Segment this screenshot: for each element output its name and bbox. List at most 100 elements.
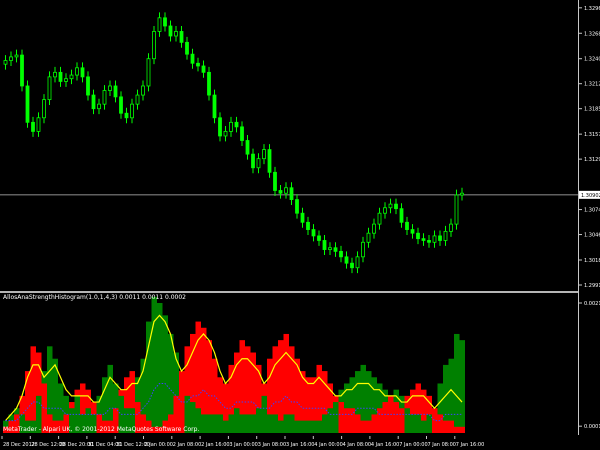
candle-body — [212, 94, 217, 119]
candle-body — [108, 85, 112, 91]
bull-bar — [294, 420, 300, 433]
bull-bar — [333, 402, 339, 433]
candle-body — [3, 60, 8, 65]
bull-bar — [305, 420, 311, 433]
candle-body — [64, 78, 68, 82]
time-tick-label: 3 Jan 00:00 — [229, 442, 257, 448]
bull-bar — [289, 414, 295, 433]
bull-bar — [272, 414, 278, 433]
price-chart[interactable]: 1.32960 1.32680 1.32400 1.32125 1.31850 1.315… — [0, 0, 600, 291]
candle-body — [267, 149, 272, 173]
bear-bar — [399, 408, 405, 433]
price-axis-border — [578, 0, 579, 435]
bear-bar — [459, 426, 465, 433]
bull-bar — [283, 414, 289, 433]
candle-body — [262, 149, 266, 160]
candle-body — [119, 96, 123, 114]
price-tick-label: 1.30740 — [584, 208, 600, 214]
bear-bar — [443, 420, 449, 433]
candle-body — [69, 74, 74, 80]
candle-body — [124, 112, 129, 119]
bear-bar — [360, 420, 366, 433]
candle-body — [405, 221, 409, 230]
time-tick-label: 7 Jan 08:00 — [428, 442, 456, 448]
time-axis: 28 Dec 201228 Dec 12:0028 Dec 20:0031 De… — [1, 436, 484, 448]
indicator-chart[interactable]: 0.0021 0.00011 — [0, 293, 600, 435]
bear-bar — [366, 420, 372, 433]
current-price-label: 1.30902 — [581, 193, 600, 199]
candle-body — [58, 71, 63, 82]
candle-body — [344, 256, 349, 264]
indicator-title: AllosAnaStrengthHistogram(1.0,1,4,3) 0.0… — [3, 294, 186, 301]
price-tick-label: 1.30465 — [584, 233, 600, 239]
bear-bar — [371, 414, 377, 433]
bear-bar — [382, 402, 388, 433]
time-tick-label: 7 Jan 16:00 — [456, 442, 484, 448]
candle-body — [42, 99, 46, 119]
candle-body — [75, 67, 79, 76]
candle-body — [218, 117, 222, 137]
candle-body — [9, 56, 13, 61]
candle-body — [443, 230, 448, 241]
bull-bar — [421, 420, 427, 433]
copyright-text: MetaTrader - Alpari UK, © 2001-2012 Meta… — [3, 426, 200, 433]
bull-bar — [267, 414, 273, 433]
candle-body — [416, 232, 420, 240]
candle-body — [36, 117, 41, 132]
price-chart-panel[interactable]: 1.32960 1.32680 1.32400 1.32125 1.31850 1.315… — [0, 0, 600, 291]
candle-body — [174, 31, 178, 37]
candle-body — [438, 235, 442, 241]
bull-bar — [217, 414, 223, 433]
candle-body — [322, 240, 327, 250]
candle-body — [306, 221, 310, 230]
candle-body — [278, 190, 283, 194]
bear-bar — [393, 402, 399, 433]
bull-bar — [162, 315, 168, 433]
candle-body — [185, 41, 189, 55]
bull-bar — [212, 414, 218, 433]
time-tick-label: 4 Jan 08:00 — [343, 442, 371, 448]
candle-body — [130, 103, 134, 119]
bear-bar — [448, 420, 454, 433]
candle-body — [179, 31, 184, 43]
candle-body — [388, 203, 393, 209]
price-tick-label: 1.30185 — [584, 258, 600, 264]
time-tick-label: 3 Jan 16:00 — [286, 442, 314, 448]
indicator-panel[interactable]: 0.0021 0.00011 — [0, 293, 600, 435]
bear-bar — [278, 340, 284, 433]
bull-bar — [157, 303, 163, 433]
candle-body — [157, 17, 162, 32]
candle-body — [47, 76, 52, 101]
bear-bar — [355, 414, 361, 433]
price-tick-label: 1.29910 — [584, 283, 600, 289]
bear-bar — [338, 402, 344, 433]
candle-body — [410, 229, 415, 234]
bull-bar — [316, 420, 322, 433]
candle-body — [97, 103, 101, 110]
candle-body — [427, 240, 431, 243]
candle-body — [454, 194, 459, 225]
candle-body — [102, 90, 107, 105]
bear-bar — [344, 408, 350, 433]
candle-body — [25, 85, 30, 123]
candle-body — [372, 223, 376, 234]
candle-body — [328, 247, 332, 250]
candle-body — [284, 187, 288, 194]
candle-body — [355, 256, 360, 269]
bear-bar — [454, 426, 460, 433]
candle-body — [31, 121, 35, 132]
candle-body — [53, 71, 57, 78]
candle-body — [135, 94, 140, 105]
time-tick-label: 4 Jan 16:00 — [371, 442, 399, 448]
bull-bar — [250, 414, 256, 433]
candle-body — [146, 58, 151, 87]
candle-body — [317, 235, 321, 241]
bull-bar — [228, 414, 234, 433]
bull-bar — [151, 296, 157, 433]
bull-bar — [245, 414, 251, 433]
price-tick-label: 1.32400 — [584, 57, 600, 63]
bull-bar — [415, 414, 421, 433]
candle-body — [273, 171, 277, 191]
candle-body — [256, 158, 261, 169]
bull-bar — [311, 420, 317, 433]
